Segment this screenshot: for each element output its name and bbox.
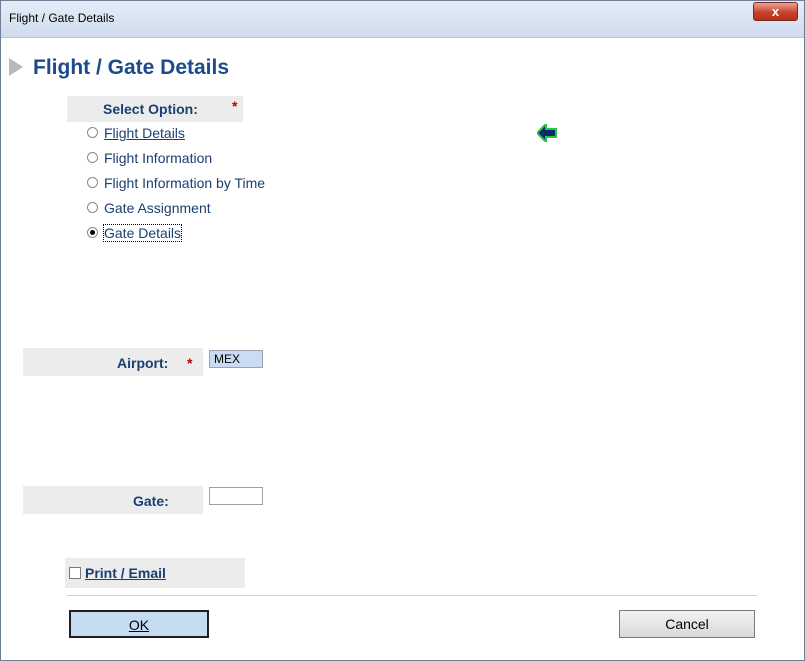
close-icon: x (771, 4, 780, 19)
airport-label-box: Airport: * (23, 348, 203, 376)
divider (67, 595, 757, 597)
select-option-required-marker: * (232, 98, 238, 114)
ok-button-label: OK (128, 617, 150, 633)
select-option-label: Select Option: (103, 101, 198, 117)
radio-button[interactable] (87, 176, 98, 188)
dialog-content: Flight / Gate Details Select Option: * F… (1, 38, 804, 660)
radio-button[interactable] (87, 201, 98, 213)
gate-label: Gate: (133, 493, 169, 509)
gate-input[interactable] (209, 487, 263, 505)
dialog-window: Flight / Gate Details x Flight / Gate De… (0, 0, 805, 661)
heading-arrow-icon (9, 58, 23, 76)
radio-label: Flight Details (104, 125, 185, 141)
ok-button[interactable]: OK (69, 610, 209, 638)
radio-button[interactable] (87, 126, 98, 138)
radio-label-text: Gate Assignment (104, 200, 211, 216)
page-title: Flight / Gate Details (33, 56, 230, 79)
select-option-label-box: Select Option: * (67, 96, 243, 122)
radio-gate-assignment[interactable]: Gate Assignment (87, 198, 211, 218)
radio-flight-information[interactable]: Flight Information (87, 148, 212, 168)
radio-button[interactable] (87, 151, 98, 163)
title-bar: Flight / Gate Details x (1, 1, 804, 38)
cancel-button[interactable]: Cancel (619, 610, 755, 638)
airport-required-marker: * (187, 355, 193, 371)
radio-flight-details[interactable]: Flight Details (87, 123, 185, 143)
gate-label-box: Gate: (23, 486, 203, 514)
radio-flight-information-by-time[interactable]: Flight Information by Time (87, 173, 265, 193)
radio-label-text: Flight Details (104, 125, 185, 141)
airport-label: Airport: (117, 355, 169, 371)
radio-button-selected[interactable] (87, 226, 98, 238)
radio-label-text: Gate Details (102, 224, 183, 242)
print-email-row[interactable]: Print / Email (65, 558, 245, 588)
print-email-checkbox[interactable] (69, 567, 81, 579)
radio-label-text: Flight Information (104, 150, 213, 166)
cancel-button-label: Cancel (665, 616, 709, 632)
print-email-label: Print / Email (85, 565, 166, 581)
back-arrow-icon[interactable] (537, 124, 557, 142)
close-button[interactable]: x (753, 2, 798, 21)
radio-label-text: Flight Information by Time (104, 175, 266, 191)
airport-input[interactable] (209, 350, 263, 368)
window-title: Flight / Gate Details (9, 11, 115, 25)
radio-gate-details[interactable]: Gate Details (87, 223, 183, 243)
